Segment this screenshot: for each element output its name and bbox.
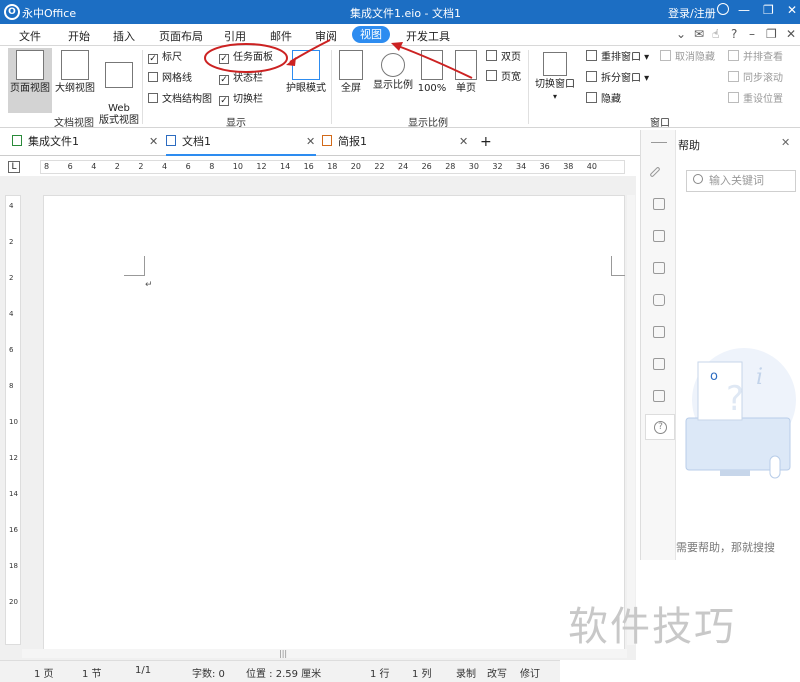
status-line: 1 行 — [370, 669, 390, 680]
close-icon[interactable]: ✕ — [149, 130, 158, 154]
ruler-tick-label: 2 — [9, 238, 14, 246]
ruler-tick-label: 20 — [350, 162, 361, 171]
list-icon[interactable] — [653, 198, 665, 210]
ruler-tick-label: 8 — [44, 162, 50, 171]
paragraph-mark-icon: ↵ — [145, 280, 153, 290]
watermark-text: 软件技巧 — [568, 604, 736, 650]
ruler-tick-label: 6 — [67, 162, 73, 171]
clipboard-icon[interactable] — [653, 326, 665, 338]
horizontal-scrollbar[interactable]: ||| — [22, 649, 627, 658]
margin-corner-mark — [124, 256, 145, 276]
ruler-tick-label: 12 — [256, 162, 267, 171]
ruler-tick-label: 4 — [9, 202, 14, 210]
ruler-tick-label: 30 — [468, 162, 479, 171]
ruler-tick-label: 14 — [280, 162, 291, 171]
status-record[interactable]: 录制 — [456, 665, 476, 680]
annotation-ellipse — [204, 43, 288, 73]
status-overwrite[interactable]: 改写 — [487, 665, 507, 680]
ruler-tick-label: 36 — [539, 162, 550, 171]
help-panel: 帮助 ✕ 输入关键词 ? o i 需要帮助，那就搜搜 — [676, 130, 800, 560]
ruler-tick-label: 8 — [209, 162, 215, 171]
ruler-tick-label: 4 — [9, 310, 14, 318]
horizontal-ruler[interactable]: 8 6 4 2 2 4 6 8 10 12 14 16 18 20 22 24 26 28 30 32 34 36 38 40 — [40, 160, 625, 174]
ruler-tick-label: 4 — [162, 162, 168, 171]
ruler-tick-label: 14 — [9, 490, 18, 498]
doc-tab[interactable]: 集成文件1 ✕ — [12, 130, 162, 156]
ruler-tick-label: 40 — [586, 162, 597, 171]
ruler-tick-label: 28 — [445, 162, 456, 171]
document-icon — [166, 135, 176, 146]
task-pane-icon-strip: ? — [640, 130, 676, 560]
new-tab-button[interactable]: + — [480, 130, 492, 156]
ruler-tick-label: 22 — [374, 162, 385, 171]
help-hint-text: 需要帮助，那就搜搜 — [676, 541, 775, 554]
ruler-tick-label: 6 — [185, 162, 191, 171]
ruler-tick-label: 16 — [9, 526, 18, 534]
doc-tab[interactable]: 简报1 ✕ — [322, 130, 472, 156]
help-title: 帮助 — [678, 139, 700, 152]
status-section: 1 节 — [82, 669, 102, 680]
svg-text:o: o — [710, 369, 718, 384]
ruler-tick-label: 32 — [492, 162, 503, 171]
ruler-tick-label: 16 — [303, 162, 314, 171]
help-tab-selected[interactable]: ? — [645, 414, 675, 440]
search-icon — [693, 174, 703, 184]
close-icon[interactable]: ✕ — [459, 130, 468, 154]
document-page[interactable]: ↵ — [43, 195, 625, 650]
status-revise[interactable]: 修订 — [520, 665, 540, 680]
ruler-tick-label: 2 — [138, 162, 144, 171]
scroll-grip[interactable]: ||| — [279, 649, 287, 658]
ruler-tick-label: 4 — [91, 162, 97, 171]
tab-stop-icon[interactable]: L — [8, 161, 20, 173]
lock-icon[interactable] — [653, 294, 665, 306]
help-illustration: ? o i — [685, 348, 796, 479]
ruler-tick-label: 2 — [114, 162, 120, 171]
ruler-tick-label: 18 — [9, 562, 18, 570]
status-page: 1 页 — [34, 669, 54, 680]
ruler-tick-label: 8 — [9, 382, 14, 390]
settings-sliders-icon[interactable] — [653, 230, 665, 242]
ruler-tick-label: 34 — [516, 162, 527, 171]
ruler-tick-label: 10 — [9, 418, 18, 426]
layers-icon[interactable] — [653, 262, 665, 274]
annotation-arrow — [397, 45, 473, 79]
help-search-input[interactable]: 输入关键词 — [686, 170, 796, 192]
vertical-scrollbar[interactable] — [627, 195, 635, 645]
close-icon[interactable]: ✕ — [781, 136, 790, 149]
vertical-ruler[interactable]: 4 2 2 4 6 8 10 12 14 16 18 20 — [5, 195, 21, 645]
ruler-tick-label: 12 — [9, 454, 18, 462]
status-position: 位置 : 2.59 厘米 — [246, 669, 322, 680]
status-word-count[interactable]: 字数: 0 — [192, 665, 225, 680]
copy-icon[interactable] — [653, 358, 665, 370]
doc-tab[interactable]: 文档1 ✕ — [166, 130, 316, 156]
ruler-tick-label: 26 — [421, 162, 432, 171]
menu-lines-icon[interactable] — [651, 142, 667, 143]
presentation-icon — [322, 135, 332, 146]
svg-text:i: i — [756, 365, 763, 390]
status-page-of: 1/1 — [135, 665, 152, 676]
pen-icon[interactable] — [649, 166, 661, 178]
svg-text:?: ? — [726, 379, 744, 419]
ruler-tick-label: 24 — [398, 162, 409, 171]
ruler-tick-label: 2 — [9, 274, 14, 282]
ruler-tick-label: 38 — [563, 162, 574, 171]
question-icon: ? — [654, 421, 667, 434]
ruler-tick-label: 18 — [327, 162, 338, 171]
close-icon[interactable]: ✕ — [306, 130, 315, 154]
ruler-tick-label: 20 — [9, 598, 18, 606]
margin-corner-mark — [611, 256, 625, 276]
edit-icon[interactable] — [653, 390, 665, 402]
document-tabs: 集成文件1 ✕ 文档1 ✕ 简报1 ✕ + — [0, 130, 640, 156]
spreadsheet-icon — [12, 135, 22, 146]
ruler-tick-label: 10 — [232, 162, 243, 171]
annotation-arrow — [289, 39, 331, 63]
ruler-tick-label: 6 — [9, 346, 14, 354]
status-bar: 1 页 1 节 1/1 字数: 0 位置 : 2.59 厘米 1 行 1 列 录… — [0, 660, 560, 682]
status-column: 1 列 — [412, 669, 432, 680]
